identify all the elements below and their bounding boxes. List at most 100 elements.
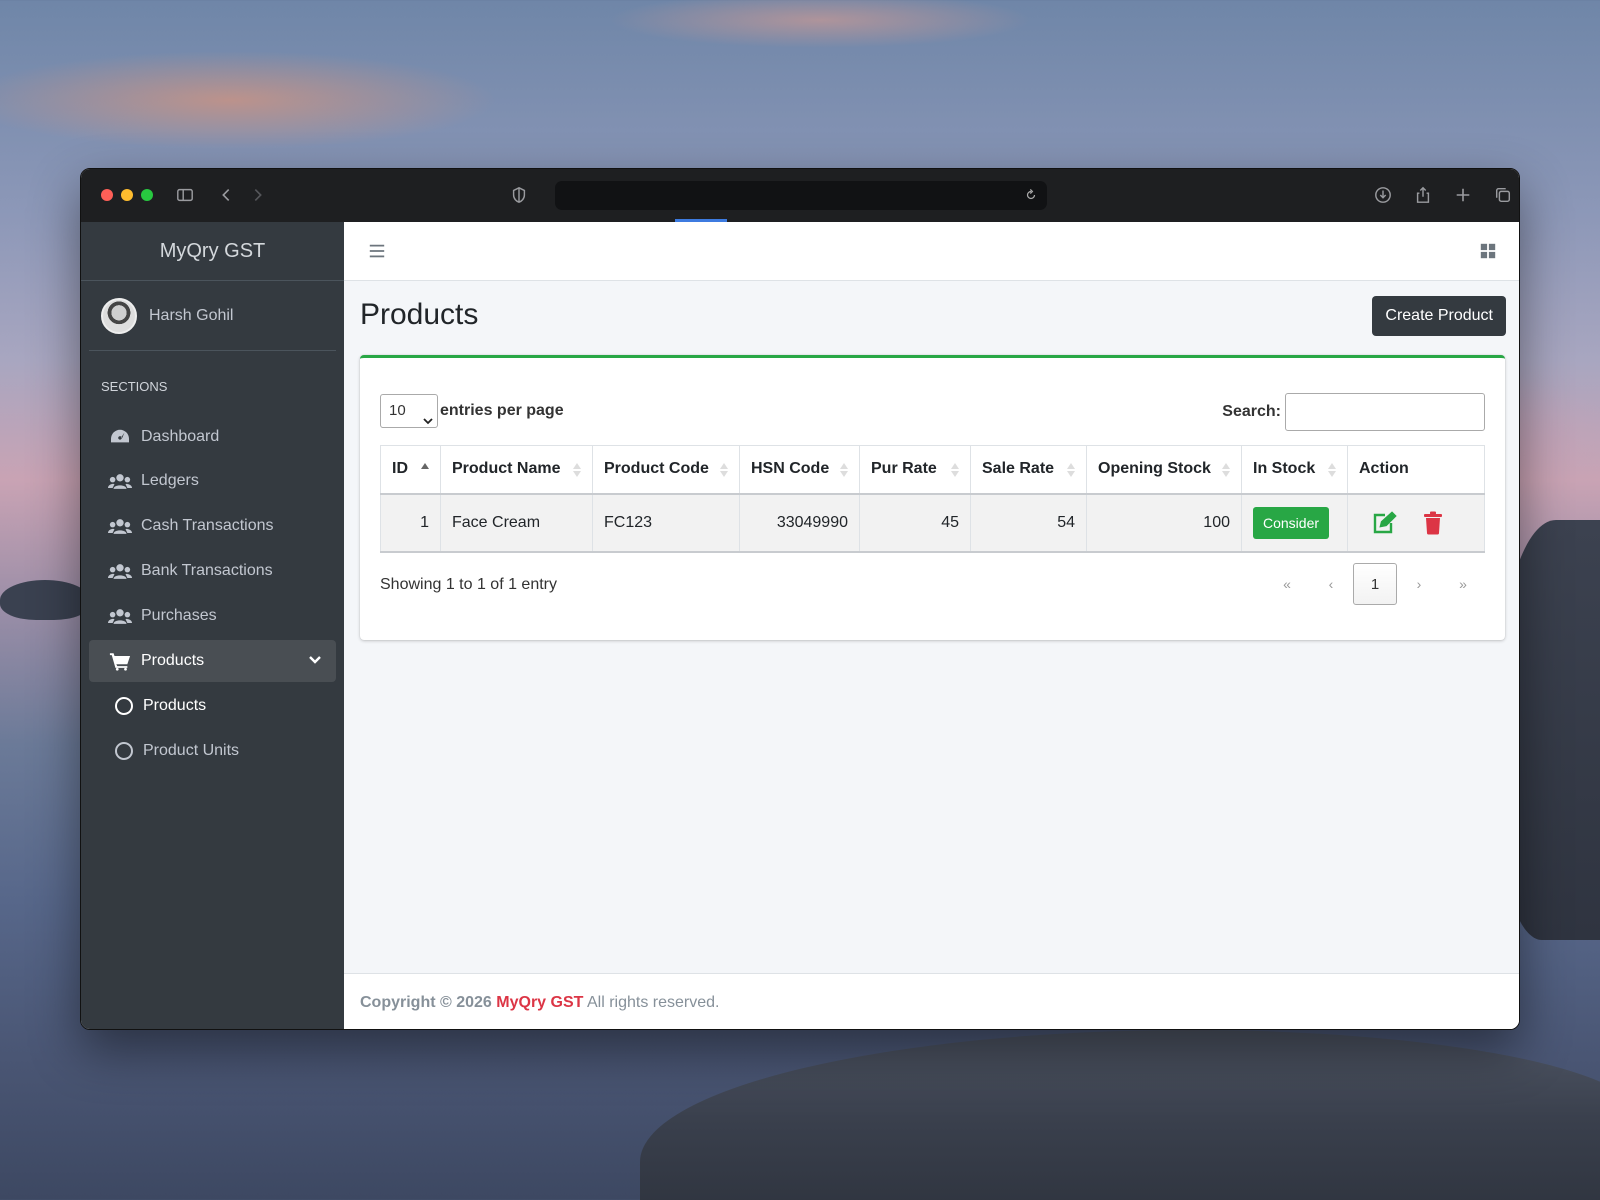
entries-per-page-label: entries per page bbox=[440, 402, 564, 419]
users-icon bbox=[107, 516, 133, 536]
control-sidebar-grid-icon[interactable] bbox=[1477, 240, 1499, 262]
sidebar-item-label: Dashboard bbox=[141, 428, 220, 445]
avatar bbox=[101, 297, 137, 334]
cell-opening-stock: 100 bbox=[1086, 493, 1242, 553]
cell-in-stock: Consider bbox=[1241, 493, 1348, 553]
column-header-label: In Stock bbox=[1253, 460, 1316, 478]
main-content: Products Create Product 10 entries per p… bbox=[344, 222, 1519, 1029]
entries-per-page-value: 10 bbox=[389, 402, 406, 419]
reload-icon[interactable] bbox=[1021, 185, 1041, 205]
column-header-label: HSN Code bbox=[751, 460, 830, 478]
sidebar-item-label: Bank Transactions bbox=[141, 562, 273, 579]
footer-rights: All rights reserved. bbox=[586, 994, 720, 1011]
tabs-overview-icon[interactable] bbox=[1491, 183, 1515, 207]
sort-icon bbox=[1327, 461, 1337, 479]
pagination-first[interactable]: « bbox=[1265, 563, 1309, 605]
column-header-product-name[interactable]: Product Name bbox=[440, 445, 593, 495]
sort-icon bbox=[719, 461, 729, 479]
sidebar-item-purchases[interactable]: Purchases bbox=[89, 595, 336, 637]
download-icon[interactable] bbox=[1371, 183, 1395, 207]
column-header-opening-stock[interactable]: Opening Stock bbox=[1086, 445, 1242, 495]
sidebar-item-cash-transactions[interactable]: Cash Transactions bbox=[89, 505, 336, 547]
top-navbar bbox=[344, 222, 1519, 281]
in-stock-badge[interactable]: Consider bbox=[1253, 506, 1330, 539]
sidebar-item-label: Cash Transactions bbox=[141, 517, 274, 534]
entries-per-page-select[interactable]: 10 bbox=[380, 394, 438, 428]
sidebar-item-ledgers[interactable]: Ledgers bbox=[89, 460, 336, 502]
cell-sale-rate: 54 bbox=[970, 493, 1087, 553]
column-header-label: Sale Rate bbox=[982, 460, 1055, 478]
users-icon bbox=[107, 606, 133, 626]
cell-action bbox=[1347, 493, 1485, 553]
column-header-label: Product Name bbox=[452, 460, 561, 478]
pagination-page-1[interactable]: 1 bbox=[1353, 563, 1397, 605]
circle-icon bbox=[111, 696, 137, 716]
nav-section-header: SECTIONS bbox=[101, 379, 168, 394]
column-header-label: Pur Rate bbox=[871, 460, 937, 478]
search-label: Search: bbox=[1222, 403, 1281, 420]
pagination-last[interactable]: » bbox=[1441, 563, 1485, 605]
sort-asc-icon bbox=[420, 461, 430, 479]
column-header-label: Action bbox=[1359, 460, 1409, 478]
browser-toolbar bbox=[81, 169, 1519, 222]
wallpaper-rock bbox=[0, 580, 90, 620]
search-input[interactable] bbox=[1285, 393, 1485, 431]
cell-id: 1 bbox=[380, 493, 441, 553]
footer: Copyright © 2026 MyQry GST All rights re… bbox=[344, 973, 1519, 1029]
cart-icon bbox=[107, 651, 133, 671]
cell-product-name: Face Cream bbox=[440, 493, 593, 553]
column-header-hsn-code[interactable]: HSN Code bbox=[739, 445, 860, 495]
users-icon bbox=[107, 561, 133, 581]
column-header-label: ID bbox=[392, 460, 408, 478]
close-window-button[interactable] bbox=[101, 189, 113, 201]
sidebar-subitem-products[interactable]: Products bbox=[89, 685, 336, 727]
user-name[interactable]: Harsh Gohil bbox=[149, 307, 233, 325]
shield-icon[interactable] bbox=[507, 183, 531, 207]
forward-icon[interactable] bbox=[246, 183, 270, 207]
column-header-sale-rate[interactable]: Sale Rate bbox=[970, 445, 1087, 495]
table-info: Showing 1 to 1 of 1 entry bbox=[380, 576, 557, 593]
chevron-down-icon[interactable] bbox=[308, 653, 322, 667]
column-header-product-code[interactable]: Product Code bbox=[592, 445, 740, 495]
hamburger-menu-icon[interactable] bbox=[366, 240, 388, 262]
sidebar-item-bank-transactions[interactable]: Bank Transactions bbox=[89, 550, 336, 592]
minimize-window-button[interactable] bbox=[121, 189, 133, 201]
pagination-previous[interactable]: ‹ bbox=[1309, 563, 1353, 605]
pagination-next[interactable]: › bbox=[1397, 563, 1441, 605]
user-panel[interactable]: Harsh Gohil bbox=[89, 281, 336, 351]
edit-icon[interactable] bbox=[1371, 510, 1397, 535]
products-card: 10 entries per page Search: ID Product N… bbox=[360, 355, 1505, 640]
footer-brand-link[interactable]: MyQry GST bbox=[496, 994, 583, 1011]
back-icon[interactable] bbox=[214, 183, 238, 207]
sidebar-item-dashboard[interactable]: Dashboard bbox=[89, 416, 336, 458]
share-icon[interactable] bbox=[1411, 183, 1435, 207]
sidebar-toggle-icon[interactable] bbox=[173, 183, 197, 207]
delete-trash-icon[interactable] bbox=[1423, 511, 1449, 535]
maximize-window-button[interactable] bbox=[141, 189, 153, 201]
sidebar-subitem-product-units[interactable]: Product Units bbox=[89, 730, 336, 772]
circle-icon bbox=[111, 741, 137, 761]
chevron-down-icon bbox=[423, 406, 433, 425]
column-header-action: Action bbox=[1347, 445, 1485, 495]
new-tab-icon[interactable] bbox=[1451, 183, 1475, 207]
sidebar-item-products[interactable]: Products bbox=[89, 640, 336, 682]
sidebar-item-label: Purchases bbox=[141, 607, 217, 624]
column-header-id[interactable]: ID bbox=[380, 445, 441, 495]
column-header-label: Opening Stock bbox=[1098, 460, 1211, 478]
address-bar[interactable] bbox=[555, 181, 1047, 210]
sidebar-item-label: Products bbox=[141, 652, 205, 669]
sort-icon bbox=[839, 461, 849, 479]
column-header-pur-rate[interactable]: Pur Rate bbox=[859, 445, 971, 495]
browser-window: MyQry GST Harsh Gohil SECTIONS Dashboard… bbox=[80, 168, 1520, 1030]
cell-pur-rate: 45 bbox=[859, 493, 971, 553]
column-header-in-stock[interactable]: In Stock bbox=[1241, 445, 1348, 495]
products-table: ID Product Name Product Code HSN Code Pu… bbox=[380, 445, 1485, 553]
cell-hsn-code: 33049990 bbox=[739, 493, 860, 553]
sidebar-item-label: Ledgers bbox=[141, 472, 199, 489]
sort-icon bbox=[1066, 461, 1076, 479]
column-header-label: Product Code bbox=[604, 460, 709, 478]
sidebar-item-label: Products bbox=[143, 697, 207, 714]
create-product-button[interactable]: Create Product bbox=[1372, 296, 1506, 336]
sort-icon bbox=[572, 461, 582, 479]
brand-link[interactable]: MyQry GST bbox=[81, 222, 344, 281]
